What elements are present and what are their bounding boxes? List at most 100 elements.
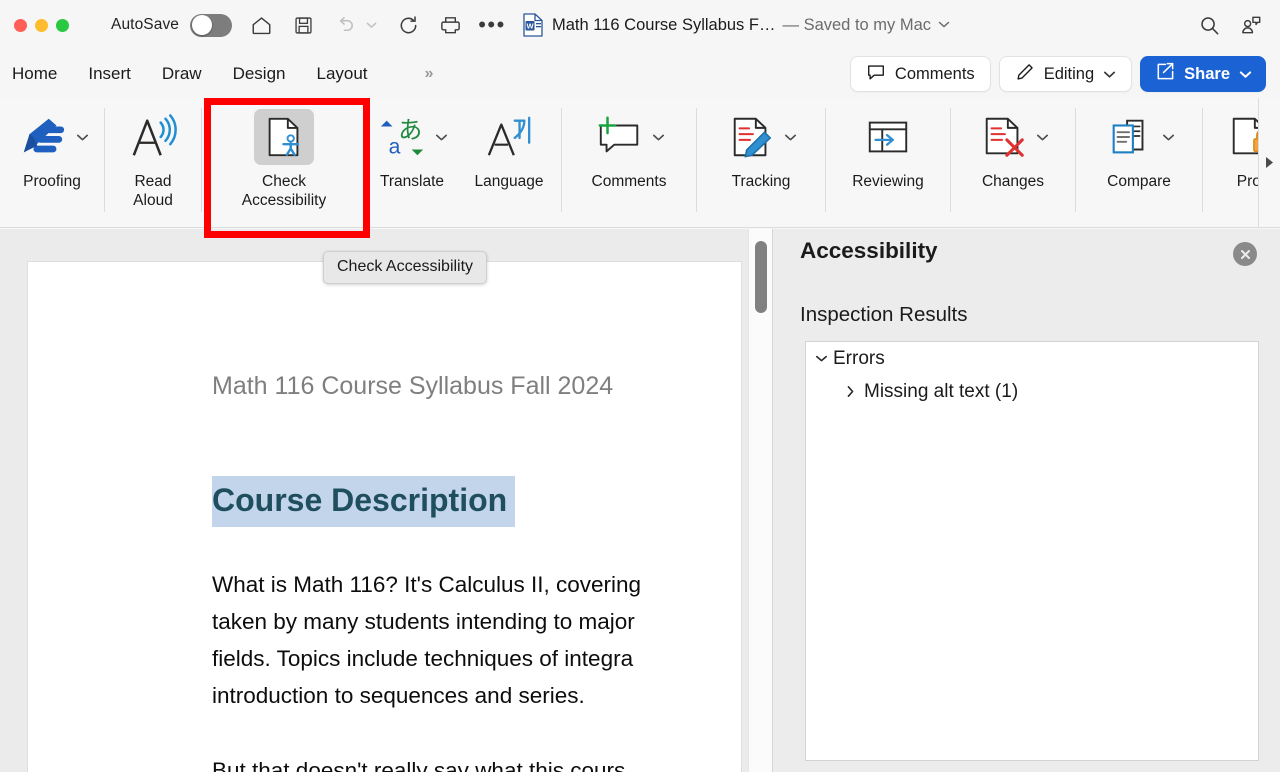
print-icon[interactable] xyxy=(437,12,463,38)
document-header-text: Math 116 Course Syllabus Fall 2024 xyxy=(212,372,614,400)
proofing-pen-icon xyxy=(16,113,70,161)
pencil-icon xyxy=(1015,62,1035,87)
autosave-label: AutoSave xyxy=(111,16,180,33)
comments-button[interactable]: Comments xyxy=(849,56,991,92)
scrollbar-thumb[interactable] xyxy=(755,241,767,313)
chevron-right-icon[interactable] xyxy=(846,385,864,398)
share-chevron-down-icon[interactable] xyxy=(1239,70,1252,79)
ribbon-group-read-aloud[interactable]: Read Aloud xyxy=(105,98,201,227)
ribbon-label-compare: Compare xyxy=(1107,173,1171,190)
reviewing-pane-icon xyxy=(862,113,914,161)
ribbon-group-translate[interactable]: a あ Translate xyxy=(367,98,457,227)
titlebar-right-actions xyxy=(1180,12,1280,38)
editing-mode-button[interactable]: Editing xyxy=(998,56,1133,92)
share-button-label: Share xyxy=(1184,64,1230,83)
ribbon-group-language[interactable]: Language xyxy=(457,98,561,227)
translate-chevron-down-icon[interactable] xyxy=(435,133,448,142)
document-vertical-scrollbar[interactable] xyxy=(748,229,772,772)
save-icon[interactable] xyxy=(290,12,316,38)
reject-changes-icon xyxy=(978,113,1030,161)
tab-insert[interactable]: Insert xyxy=(88,64,131,84)
comments-chevron-down-icon[interactable] xyxy=(652,133,665,142)
ribbon-group-comments[interactable]: Comments xyxy=(562,98,696,227)
document-paragraph-2: But that doesn't really say what this co… xyxy=(212,758,626,772)
read-aloud-icon xyxy=(126,113,180,161)
ribbon-group-proofing[interactable]: Proofing xyxy=(0,98,104,227)
comment-bubble-icon xyxy=(866,62,886,87)
tab-draw[interactable]: Draw xyxy=(162,64,202,84)
editing-chevron-down-icon[interactable] xyxy=(1103,70,1116,79)
tracking-chevron-down-icon[interactable] xyxy=(784,133,797,142)
proofing-chevron-down-icon[interactable] xyxy=(76,133,89,142)
ribbon-label-check-accessibility: Check Accessibility xyxy=(241,173,327,209)
ribbon-toolbar: Proofing Read Aloud Check Accessibility … xyxy=(0,98,1280,228)
ribbon-group-compare[interactable]: Compare xyxy=(1076,98,1202,227)
undo-chevron-down-icon[interactable] xyxy=(363,12,379,38)
accessibility-pane: Accessibility Inspection Results Errors … xyxy=(772,229,1280,772)
undo-icon[interactable] xyxy=(332,12,358,38)
title-bar: AutoSave ••• W Math 116 Course Syllabus … xyxy=(0,0,1280,50)
maximize-window-button[interactable] xyxy=(56,18,69,32)
close-window-button[interactable] xyxy=(14,18,27,32)
ribbon-group-tracking[interactable]: Tracking xyxy=(697,98,825,227)
editing-mode-label: Editing xyxy=(1043,64,1095,83)
track-changes-icon xyxy=(726,113,778,161)
ribbon-label-changes: Changes xyxy=(981,173,1045,190)
chevron-down-icon[interactable] xyxy=(815,354,833,363)
svg-text:W: W xyxy=(526,21,534,30)
more-ellipsis-icon[interactable]: ••• xyxy=(478,12,505,38)
ribbon-actions: Comments Editing Share xyxy=(849,56,1280,92)
autosave-toggle[interactable] xyxy=(190,13,233,37)
inspection-results-tree: Errors Missing alt text (1) xyxy=(805,341,1259,761)
ribbon-tab-bar: Home Insert Draw Design Layout » Comment… xyxy=(0,50,1280,98)
tab-design[interactable]: Design xyxy=(233,64,286,84)
share-icon xyxy=(1154,61,1175,87)
document-canvas: Math 116 Course Syllabus Fall 2024 Cours… xyxy=(0,229,782,772)
minimize-window-button[interactable] xyxy=(35,18,48,32)
language-icon xyxy=(483,113,535,161)
ribbon-label-comments: Comments xyxy=(591,173,667,190)
new-comment-icon xyxy=(594,113,646,161)
ribbon-label-translate: Translate xyxy=(379,173,445,190)
comments-button-label: Comments xyxy=(894,64,975,83)
accessibility-pane-title: Accessibility xyxy=(800,238,938,263)
tree-item-missing-alt-text-label: Missing alt text (1) xyxy=(864,380,1019,402)
compare-documents-icon xyxy=(1104,113,1156,161)
tab-home[interactable]: Home xyxy=(12,64,57,84)
search-icon[interactable] xyxy=(1196,12,1222,38)
ribbon-label-tracking: Tracking xyxy=(731,173,791,190)
check-accessibility-tooltip: Check Accessibility xyxy=(323,251,488,284)
document-paragraph-1: What is Math 116? It's Calculus II, cove… xyxy=(212,572,642,708)
window-controls xyxy=(14,18,69,32)
ribbon-group-reviewing[interactable]: Reviewing xyxy=(826,98,950,227)
word-document-icon: W xyxy=(523,13,543,37)
tree-item-errors[interactable]: Errors xyxy=(806,342,1258,375)
ribbon-overflow-right-icon[interactable] xyxy=(1258,98,1280,227)
ribbon-label-read-aloud: Read Aloud xyxy=(133,173,173,209)
collaborators-icon[interactable] xyxy=(1238,12,1264,38)
ribbon-tabs: Home Insert Draw Design Layout » xyxy=(12,64,433,84)
home-icon[interactable] xyxy=(248,12,274,38)
save-status-label: — Saved to my Mac xyxy=(782,15,932,34)
svg-text:あ: あ xyxy=(398,116,422,144)
ribbon-group-check-accessibility[interactable]: Check Accessibility xyxy=(202,98,366,227)
redo-icon[interactable] xyxy=(395,12,421,38)
tab-layout[interactable]: Layout xyxy=(316,64,367,84)
compare-chevron-down-icon[interactable] xyxy=(1162,133,1175,142)
title-chevron-down-icon[interactable] xyxy=(938,16,950,34)
ribbon-label-proofing: Proofing xyxy=(23,173,81,190)
inspection-results-label: Inspection Results xyxy=(800,303,968,326)
document-page[interactable]: Math 116 Course Syllabus Fall 2024 Cours… xyxy=(28,262,741,772)
close-icon[interactable] xyxy=(1233,242,1257,266)
word-application-window: AutoSave ••• W Math 116 Course Syllabus … xyxy=(0,0,1280,772)
document-title: Math 116 Course Syllabus F… xyxy=(552,15,776,34)
check-accessibility-icon xyxy=(254,109,314,165)
ribbon-label-language: Language xyxy=(474,173,544,190)
changes-chevron-down-icon[interactable] xyxy=(1036,133,1049,142)
tabs-overflow-icon[interactable]: » xyxy=(425,65,434,83)
ribbon-group-changes[interactable]: Changes xyxy=(951,98,1075,227)
ribbon-label-reviewing: Reviewing xyxy=(852,173,924,190)
tree-item-missing-alt-text[interactable]: Missing alt text (1) xyxy=(806,375,1258,408)
document-title-group[interactable]: W Math 116 Course Syllabus F… — Saved to… xyxy=(523,13,950,37)
share-button[interactable]: Share xyxy=(1140,56,1266,92)
